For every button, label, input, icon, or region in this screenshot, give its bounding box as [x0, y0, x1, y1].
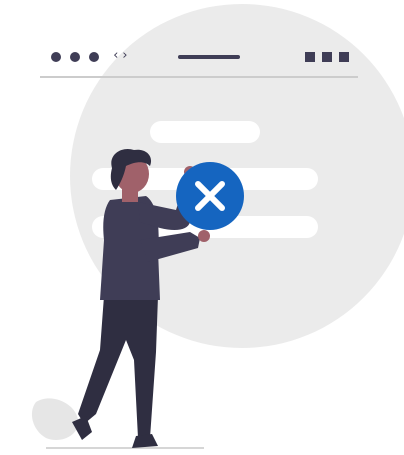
- person-shoe-right: [132, 434, 158, 448]
- window-square-icon: [322, 52, 332, 62]
- error-illustration: ‹›: [0, 0, 404, 455]
- error-badge: [176, 162, 244, 230]
- address-bar: [178, 55, 240, 59]
- window-dot-icon: [51, 52, 61, 62]
- window-square-icon: [339, 52, 349, 62]
- person-legs: [78, 296, 158, 438]
- leaf-shape: [31, 398, 79, 440]
- person-hand-lower: [198, 230, 210, 242]
- window-dot-icon: [89, 52, 99, 62]
- content-bar-1: [150, 121, 260, 143]
- nav-arrows-icon: ‹›: [112, 48, 130, 63]
- illustration-svg: [31, 4, 404, 449]
- window-dot-icon: [70, 52, 80, 62]
- window-square-icon: [305, 52, 315, 62]
- window-squares: [305, 52, 349, 62]
- ground-line: [46, 447, 204, 449]
- header-divider: [40, 76, 358, 78]
- window-dots: [51, 52, 99, 62]
